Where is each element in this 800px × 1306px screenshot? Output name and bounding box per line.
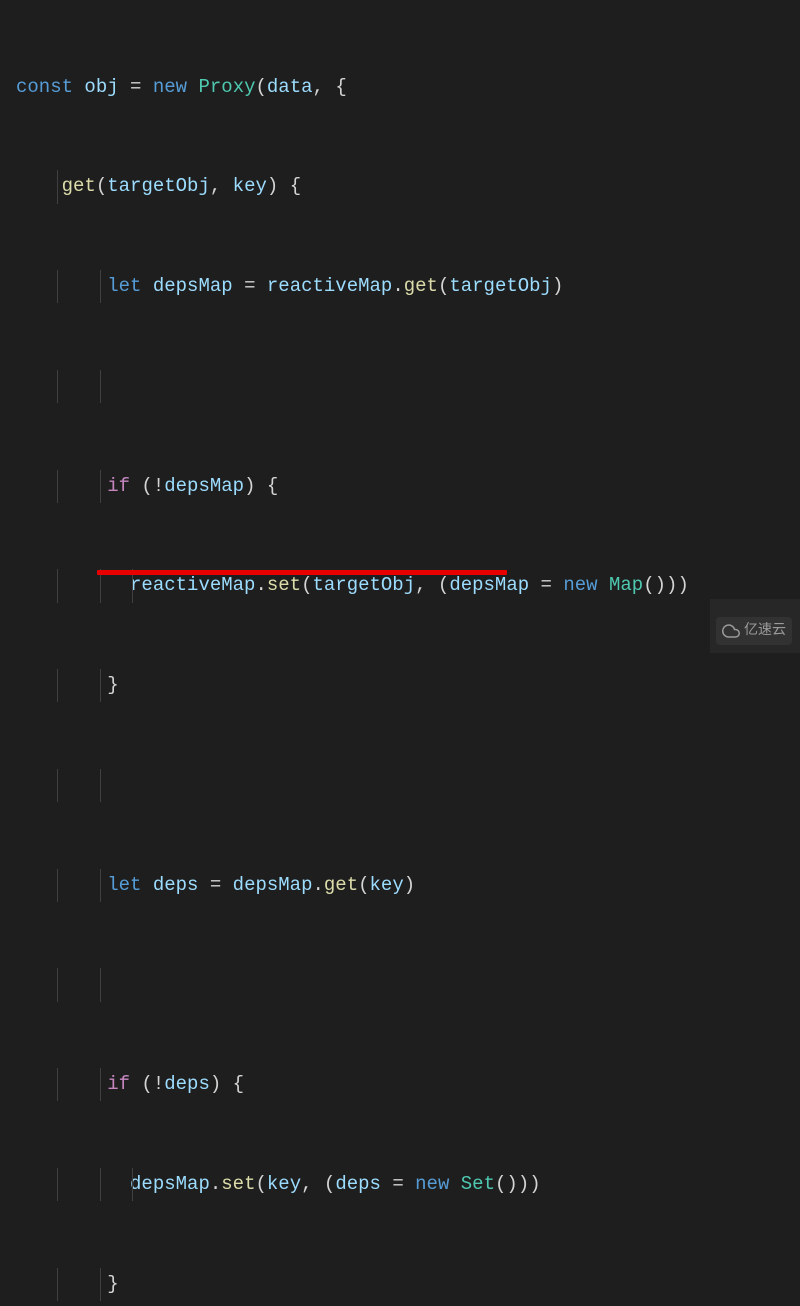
class-map: Map	[609, 574, 643, 596]
watermark: 亿速云	[716, 617, 792, 646]
keyword-let: let	[107, 275, 141, 297]
highlight-underline	[97, 570, 507, 575]
watermark-text: 亿速云	[744, 619, 786, 644]
class-proxy: Proxy	[198, 76, 255, 98]
code-line: get(targetObj, key) {	[0, 170, 800, 203]
code-line: const obj = new Proxy(data, {	[0, 71, 800, 104]
code-line: if (!deps) {	[0, 1068, 800, 1101]
code-line: }	[0, 1268, 800, 1301]
var-obj: obj	[84, 76, 118, 98]
class-set: Set	[461, 1173, 495, 1195]
method-get: get	[62, 175, 96, 197]
code-line: if (!depsMap) {	[0, 470, 800, 503]
keyword-const: const	[16, 76, 73, 98]
code-line	[0, 968, 800, 1001]
code-line: depsMap.set(key, (deps = new Set()))	[0, 1168, 800, 1201]
keyword-if: if	[107, 1073, 130, 1095]
code-line: let deps = depsMap.get(key)	[0, 869, 800, 902]
code-editor: const obj = new Proxy(data, { get(target…	[0, 0, 800, 1306]
code-line: let depsMap = reactiveMap.get(targetObj)	[0, 270, 800, 303]
keyword-new: new	[153, 76, 187, 98]
code-line	[0, 769, 800, 802]
keyword-if: if	[107, 475, 130, 497]
keyword-let: let	[107, 874, 141, 896]
code-line	[0, 370, 800, 403]
cloud-icon	[722, 622, 740, 640]
code-line: }	[0, 669, 800, 702]
